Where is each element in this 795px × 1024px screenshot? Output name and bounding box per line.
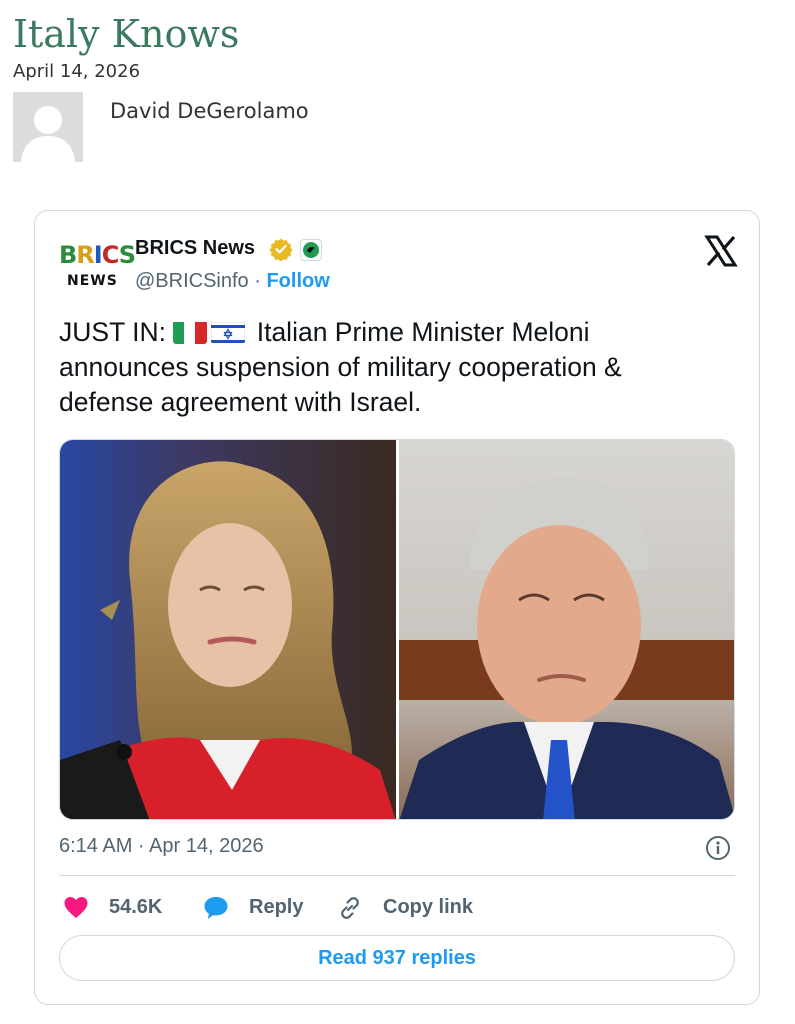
- reply-label: Reply: [249, 896, 304, 918]
- tweet-media[interactable]: [59, 439, 735, 820]
- tweet-divider: [59, 875, 735, 876]
- meloni-photo: [60, 440, 396, 819]
- x-logo-icon[interactable]: [703, 233, 739, 269]
- tweet-text-prefix: JUST IN:: [59, 317, 174, 347]
- affiliate-badge-icon: [300, 239, 322, 261]
- read-replies-button[interactable]: Read 937 replies: [59, 935, 735, 981]
- embedded-tweet-card[interactable]: BRICS NEWS BRICS News @BRICSinfo · Follo…: [34, 210, 760, 1005]
- account-name[interactable]: BRICS News: [135, 237, 255, 260]
- reply-button[interactable]: Reply: [203, 893, 353, 923]
- like-button[interactable]: 54.6K: [63, 893, 213, 923]
- follow-link[interactable]: Follow: [266, 270, 329, 292]
- israel-flag-icon: [211, 320, 246, 344]
- post-date: April 14, 2026: [13, 61, 141, 82]
- copy-link-label: Copy link: [383, 896, 474, 918]
- author-name[interactable]: David DeGerolamo: [110, 99, 309, 123]
- info-icon[interactable]: [705, 835, 731, 861]
- tweet-header: BRICS NEWS BRICS News @BRICSinfo · Follo…: [59, 233, 739, 297]
- author-avatar: [13, 92, 83, 162]
- netanyahu-photo: [399, 440, 734, 819]
- reply-bubble-icon: [204, 897, 228, 919]
- brics-logo-wordmark: BRICS: [59, 241, 136, 269]
- heart-icon: [64, 897, 88, 918]
- post-title[interactable]: Italy Knows: [13, 10, 239, 58]
- copy-link-button[interactable]: Copy link: [337, 893, 537, 923]
- tweet-timestamp[interactable]: 6:14 AM · Apr 14, 2026: [59, 835, 264, 858]
- account-handle[interactable]: @BRICSinfo: [135, 270, 249, 292]
- default-avatar-icon: [13, 92, 83, 162]
- handle-row: @BRICSinfo · Follow: [135, 270, 330, 293]
- brics-news-logo[interactable]: BRICS NEWS: [59, 237, 136, 295]
- link-icon: [341, 897, 359, 919]
- tweet-text: JUST IN: Italian Prime Minister Meloni a…: [59, 315, 719, 420]
- verified-badge-icon: [269, 238, 293, 261]
- like-count: 54.6K: [109, 896, 163, 918]
- handle-separator: ·: [254, 270, 261, 292]
- italy-flag-icon: [173, 320, 208, 344]
- brics-logo-news: NEWS: [67, 273, 118, 289]
